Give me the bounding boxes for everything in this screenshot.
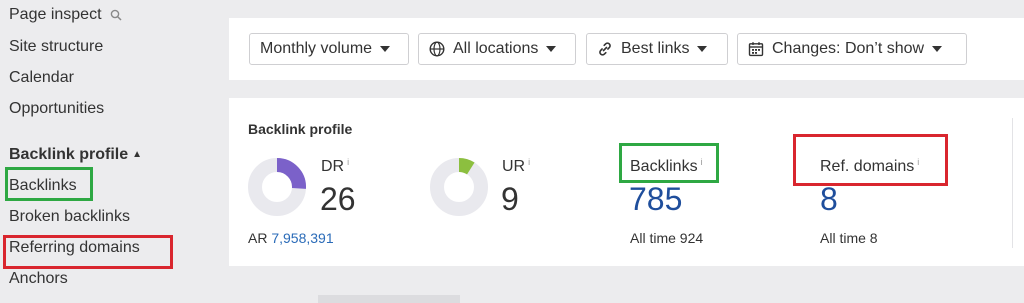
caret-up-icon: ▲ — [132, 149, 143, 160]
sidebar-section-label: Backlink profile — [9, 146, 129, 163]
sidebar-item-site-structure[interactable]: Site structure — [9, 38, 103, 56]
ur-label-text: UR — [502, 158, 526, 175]
refdomains-alltime-row: All time 8 — [820, 230, 878, 246]
sidebar-item-broken-backlinks[interactable]: Broken backlinks — [9, 208, 130, 226]
highlight-box-refdomains-metric — [793, 134, 948, 186]
locations-dropdown[interactable]: All locations — [418, 33, 576, 65]
sidebar-item-label: Page inspect — [9, 6, 102, 23]
highlight-box-backlinks-nav — [5, 167, 93, 201]
dropdown-label: Monthly volume — [260, 40, 373, 57]
calendar-icon — [748, 42, 764, 57]
info-icon[interactable]: i — [347, 157, 349, 167]
highlight-box-referring-domains-nav — [3, 235, 173, 269]
dr-value: 26 — [320, 181, 356, 217]
ur-donut-arc — [458, 158, 475, 175]
ar-label: AR — [248, 230, 268, 246]
dr-donut-chart — [248, 158, 306, 216]
globe-icon — [429, 41, 445, 57]
best-links-dropdown[interactable]: Best links — [586, 33, 728, 65]
panel-title: Backlink profile — [248, 121, 353, 137]
alltime-label: All time — [630, 230, 676, 246]
alltime-value: 924 — [679, 230, 704, 246]
backlinks-value-link[interactable]: 785 — [629, 181, 682, 218]
dr-label[interactable]: DR i — [321, 157, 349, 176]
caret-down-icon — [697, 46, 708, 52]
monthly-volume-dropdown[interactable]: Monthly volume — [249, 33, 409, 65]
sidebar-item-opportunities[interactable]: Opportunities — [9, 100, 104, 118]
alltime-label: All time — [820, 230, 866, 246]
info-icon[interactable]: i — [528, 157, 530, 167]
backlinks-alltime-row: All time 924 — [630, 230, 703, 246]
dr-donut-arc — [276, 158, 306, 189]
ur-donut-track — [430, 158, 488, 216]
dropdown-label: Changes: Don’t show — [772, 40, 925, 57]
dropdown-label: Best links — [621, 40, 690, 57]
highlight-box-backlinks-metric — [619, 143, 719, 183]
sidebar-item-anchors[interactable]: Anchors — [9, 270, 68, 288]
bottom-tab-placeholder — [318, 295, 460, 303]
refdomains-value-link[interactable]: 8 — [820, 181, 838, 218]
ar-row: AR 7,958,391 — [248, 230, 334, 246]
ar-value-link[interactable]: 7,958,391 — [271, 230, 333, 246]
ur-donut-chart — [430, 158, 488, 216]
link-icon — [599, 42, 611, 56]
caret-down-icon — [932, 46, 943, 52]
sidebar-item-calendar[interactable]: Calendar — [9, 69, 74, 87]
changes-dropdown[interactable]: Changes: Don’t show — [737, 33, 967, 65]
dropdown-label: All locations — [453, 40, 539, 57]
alltime-value: 8 — [869, 230, 878, 246]
dr-label-text: DR — [321, 158, 345, 175]
panel-divider — [1012, 118, 1013, 248]
sidebar-item-page-inspect[interactable]: Page inspect — [9, 6, 122, 24]
ur-value: 9 — [501, 181, 519, 217]
caret-down-icon — [380, 46, 391, 52]
caret-down-icon — [546, 46, 557, 52]
ur-label[interactable]: UR i — [502, 157, 530, 176]
search-icon — [110, 9, 122, 21]
sidebar-section-backlink-profile[interactable]: Backlink profile ▲ — [9, 146, 142, 164]
